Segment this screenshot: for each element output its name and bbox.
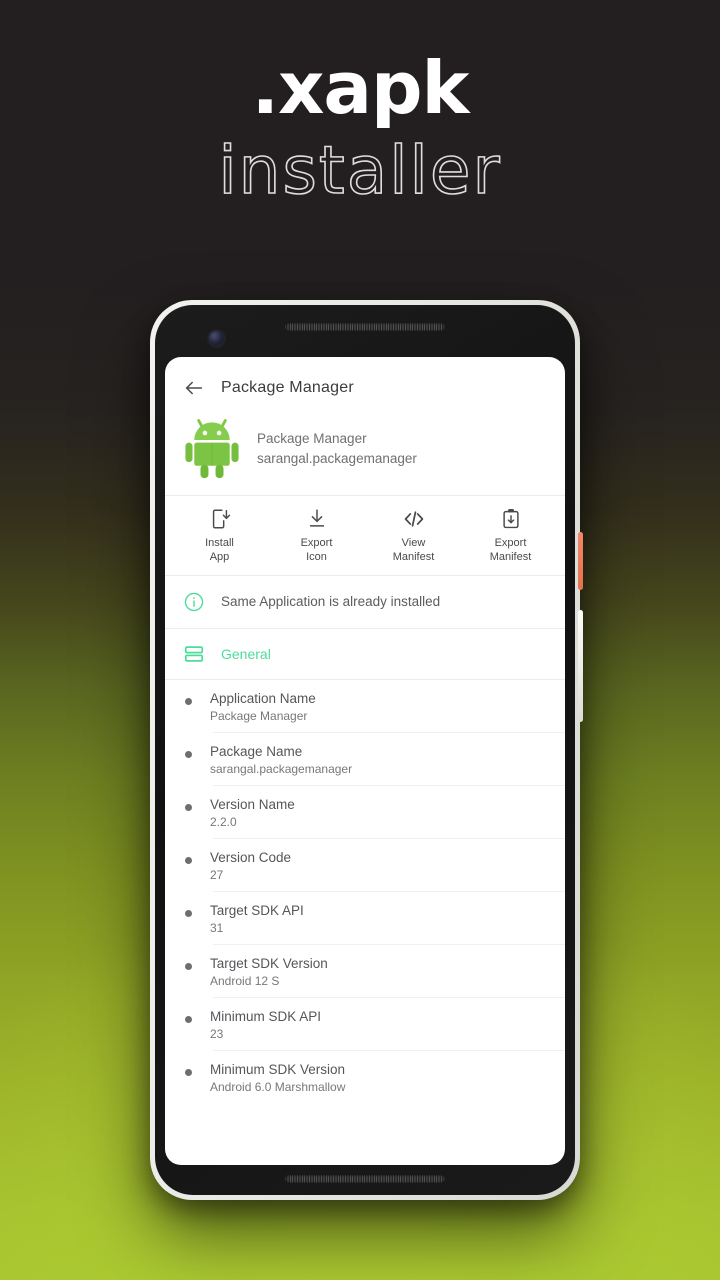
table-row[interactable]: Target SDK API 31 [165,892,565,945]
phone-mockup: Package Manager Package Manager sarangal… [150,300,583,1200]
detail-value: 2.2.0 [210,814,237,829]
app-bar-title: Package Manager [221,379,354,396]
back-arrow-icon[interactable] [183,377,205,399]
install-status-text: Same Application is already installed [221,594,441,609]
bullet-icon [185,962,192,970]
detail-list: Application Name Package Manager Package… [165,680,565,1166]
detail-key: Minimum SDK API [210,1008,322,1024]
app-bar: Package Manager [165,357,565,413]
bullet-icon [185,909,192,917]
detail-value: 31 [210,920,224,935]
phone-bezel: Package Manager Package Manager sarangal… [155,305,575,1195]
bullet-icon [185,856,192,864]
power-button[interactable] [578,532,583,590]
install-app-label: Install App [205,537,234,563]
table-row[interactable]: Application Name Package Manager [165,680,565,733]
table-row[interactable]: Version Code 27 [165,839,565,892]
detail-value: Package Manager [210,708,308,723]
app-header-text: Package Manager sarangal.packagemanager [257,431,417,466]
detail-key: Application Name [210,690,316,706]
detail-value: sarangal.packagemanager [210,761,353,776]
install-status-notice: Same Application is already installed [165,576,565,629]
volume-rocker[interactable] [578,610,583,722]
table-row[interactable]: Target SDK Version Android 12 S [165,945,565,998]
detail-value: Android 6.0 Marshmallow [210,1079,346,1094]
bullet-icon [185,1068,192,1076]
page-subtitle: installer [218,132,502,209]
install-app-button[interactable]: Install App [171,508,268,565]
view-manifest-label: View Manifest [392,537,435,563]
hero-title-block: .xapk installer [0,0,720,204]
detail-key: Package Name [210,743,303,759]
package-name: sarangal.packagemanager [257,450,417,466]
view-manifest-button[interactable]: View Manifest [365,508,462,565]
detail-key: Version Code [210,849,292,865]
bottom-speaker-grille [285,1175,445,1183]
detail-key: Target SDK Version [210,955,328,971]
table-row[interactable]: Minimum SDK API 23 [165,998,565,1051]
export-manifest-label: Export Manifest [489,537,532,563]
android-robot-icon [185,419,239,479]
detail-key: Version Name [210,796,295,812]
list-rows-icon [184,645,204,662]
detail-key: Target SDK API [210,902,304,918]
earpiece-speaker-grille [285,323,445,331]
section-label-general: General [221,645,271,662]
export-manifest-icon [502,509,519,529]
bullet-icon [185,1015,192,1023]
detail-value: Android 12 S [210,973,280,988]
section-header-general[interactable]: General [165,629,565,680]
app-name: Package Manager [257,430,367,446]
info-icon [184,592,204,611]
bullet-icon [185,697,192,705]
bullet-icon [185,803,192,811]
table-row[interactable]: Version Name 2.2.0 [165,786,565,839]
detail-value: 27 [210,867,224,882]
phone-screen: Package Manager Package Manager sarangal… [165,357,565,1165]
table-row[interactable]: Package Name sarangal.packagemanager [165,733,565,786]
detail-key: Minimum SDK Version [210,1061,346,1077]
detail-value: 23 [210,1026,224,1041]
front-camera-icon [209,331,224,346]
app-header: Package Manager sarangal.packagemanager [165,413,565,496]
install-app-icon [212,509,230,529]
export-icon-button[interactable]: Export Icon [268,508,365,565]
view-manifest-icon [404,511,423,527]
table-row[interactable]: Minimum SDK Version Android 6.0 Marshmal… [165,1051,565,1104]
bullet-icon [185,750,192,758]
export-manifest-button[interactable]: Export Manifest [462,508,559,565]
export-icon-icon [309,509,324,527]
action-bar: Install App Export Icon View Manifest Ex… [165,496,565,576]
page-title: .xapk [251,46,470,130]
export-icon-label: Export Icon [300,537,333,563]
